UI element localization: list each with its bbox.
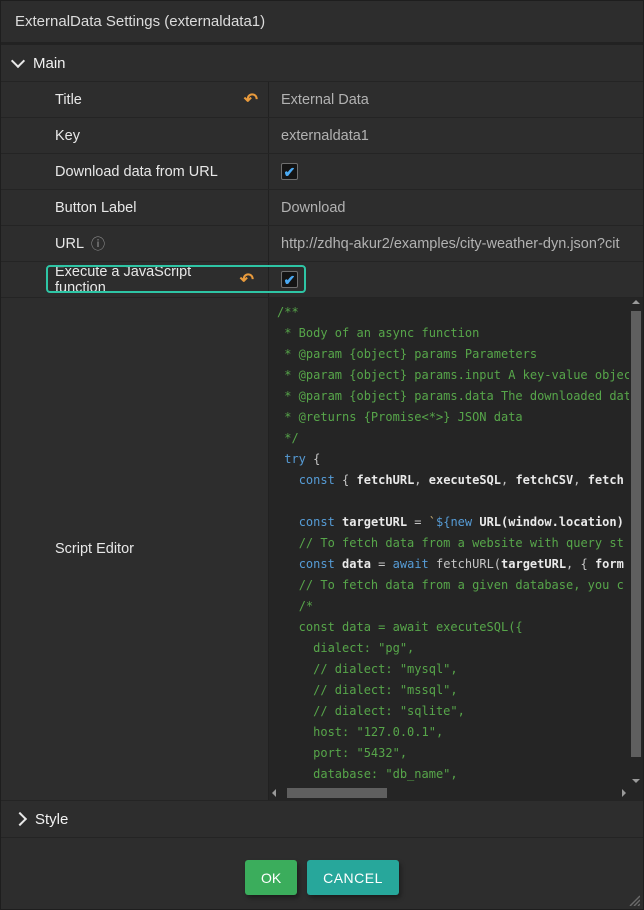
externaldata-settings-dialog: ExternalData Settings (externaldata1) Ma… bbox=[0, 0, 644, 910]
url-label: URL bbox=[55, 236, 84, 252]
section-style-label: Style bbox=[35, 811, 68, 828]
undo-icon[interactable]: ↶ bbox=[244, 91, 258, 108]
download-label-cell: Download data from URL bbox=[1, 154, 269, 189]
url-value: http://zdhq-akur2/examples/city-weather-… bbox=[281, 236, 620, 252]
title-value-field[interactable]: External Data bbox=[269, 82, 643, 117]
download-value-cell bbox=[269, 154, 643, 189]
key-label: Key bbox=[55, 128, 80, 144]
key-label-cell: Key bbox=[1, 118, 269, 153]
script-editor-label-cell: Script Editor bbox=[1, 298, 269, 800]
resize-grip[interactable] bbox=[624, 890, 640, 906]
title-label-cell: Title ↶ bbox=[1, 82, 269, 117]
code-editor[interactable]: /** * Body of an async function * @param… bbox=[269, 298, 643, 800]
title-value: External Data bbox=[281, 92, 369, 108]
row-key: Key externaldata1 bbox=[1, 118, 643, 154]
dialog-footer: OK CANCEL bbox=[1, 838, 643, 910]
info-icon[interactable]: ⓘ bbox=[91, 234, 105, 254]
button-label-label: Button Label bbox=[55, 200, 136, 216]
ok-button[interactable]: OK bbox=[245, 860, 297, 895]
row-script-editor: Script Editor /** * Body of an async fun… bbox=[1, 298, 643, 801]
key-value: externaldata1 bbox=[281, 128, 369, 144]
title-label: Title bbox=[55, 92, 82, 108]
section-header-style[interactable]: Style bbox=[1, 801, 643, 838]
row-execute-js: Execute a JavaScript function ↶ bbox=[1, 262, 643, 298]
script-editor-label: Script Editor bbox=[55, 541, 134, 557]
button-label-value-field[interactable]: Download bbox=[269, 190, 643, 225]
cancel-button[interactable]: CANCEL bbox=[307, 860, 399, 895]
code-lines[interactable]: /** * Body of an async function * @param… bbox=[269, 298, 629, 786]
scroll-up-arrow-icon[interactable] bbox=[632, 300, 640, 304]
scroll-left-arrow-icon[interactable] bbox=[272, 789, 276, 797]
scroll-right-arrow-icon[interactable] bbox=[622, 789, 626, 797]
download-label: Download data from URL bbox=[55, 164, 218, 180]
chevron-right-icon bbox=[13, 812, 27, 826]
execute-js-checkbox[interactable] bbox=[281, 271, 298, 288]
dialog-titlebar[interactable]: ExternalData Settings (externaldata1) bbox=[1, 1, 643, 45]
horizontal-scroll-thumb[interactable] bbox=[287, 788, 387, 798]
row-button-label: Button Label Download bbox=[1, 190, 643, 226]
section-main-label: Main bbox=[33, 55, 66, 72]
execute-js-label-cell: Execute a JavaScript function ↶ bbox=[1, 262, 269, 297]
vertical-scrollbar[interactable] bbox=[631, 299, 641, 784]
button-label-cell: Button Label bbox=[1, 190, 269, 225]
row-title: Title ↶ External Data bbox=[1, 82, 643, 118]
undo-icon[interactable]: ↶ bbox=[240, 271, 254, 288]
key-value-field[interactable]: externaldata1 bbox=[269, 118, 643, 153]
dialog-title: ExternalData Settings (externaldata1) bbox=[15, 13, 265, 30]
row-url: URL ⓘ http://zdhq-akur2/examples/city-we… bbox=[1, 226, 643, 262]
script-editor-cell: /** * Body of an async function * @param… bbox=[269, 298, 643, 800]
scroll-down-arrow-icon[interactable] bbox=[632, 779, 640, 783]
url-label-cell: URL ⓘ bbox=[1, 226, 269, 261]
download-checkbox[interactable] bbox=[281, 163, 298, 180]
horizontal-scrollbar[interactable] bbox=[271, 788, 627, 798]
button-label-value: Download bbox=[281, 200, 346, 216]
execute-js-label: Execute a JavaScript function bbox=[55, 264, 240, 296]
execute-js-value-cell bbox=[269, 262, 643, 297]
row-download-from-url: Download data from URL bbox=[1, 154, 643, 190]
url-value-field[interactable]: http://zdhq-akur2/examples/city-weather-… bbox=[269, 226, 643, 261]
section-header-main[interactable]: Main bbox=[1, 45, 643, 82]
chevron-down-icon bbox=[11, 54, 25, 68]
vertical-scroll-thumb[interactable] bbox=[631, 311, 641, 757]
